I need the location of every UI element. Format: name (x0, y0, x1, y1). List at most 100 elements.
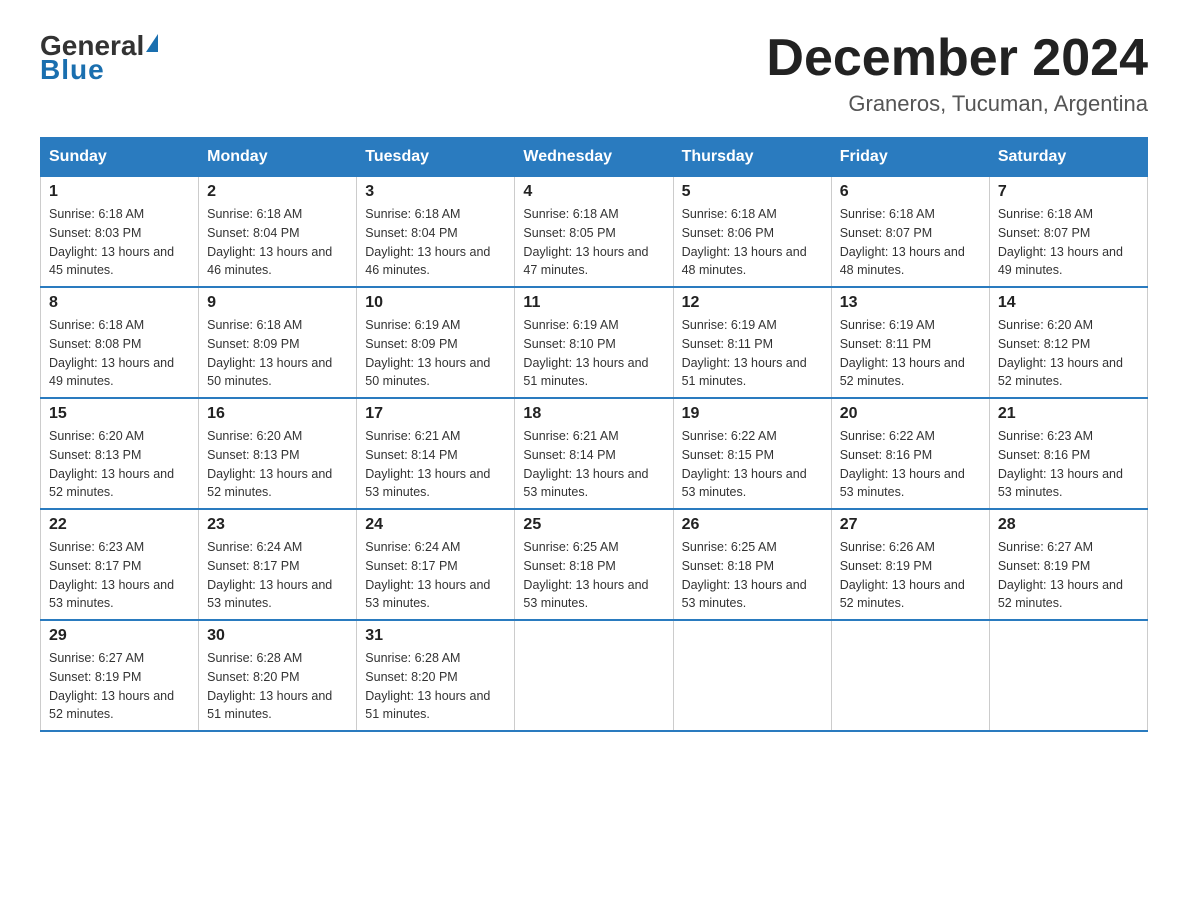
day-info: Sunrise: 6:18 AMSunset: 8:09 PMDaylight:… (207, 316, 348, 391)
calendar-cell: 1 Sunrise: 6:18 AMSunset: 8:03 PMDaylight… (41, 177, 199, 288)
day-number: 2 (207, 183, 348, 201)
title-area: December 2024 Graneros, Tucuman, Argenti… (766, 30, 1148, 117)
day-number: 16 (207, 405, 348, 423)
calendar-cell: 25Sunrise: 6:25 AMSunset: 8:18 PMDayligh… (515, 509, 673, 620)
calendar-cell: 7 Sunrise: 6:18 AMSunset: 8:07 PMDaylight… (989, 177, 1147, 288)
calendar-week-4: 22 Sunrise: 6:23 AMSunset: 8:17 PMDayligh… (41, 509, 1148, 620)
calendar-cell: 20 Sunrise: 6:22 AMSunset: 8:16 PMDayligh… (831, 398, 989, 509)
day-number: 15 (49, 405, 190, 423)
calendar-cell: 9 Sunrise: 6:18 AMSunset: 8:09 PMDaylight… (199, 287, 357, 398)
day-number: 7 (998, 183, 1139, 201)
day-number: 28 (998, 516, 1139, 534)
day-number: 22 (49, 516, 190, 534)
day-info: Sunrise: 6:22 AMSunset: 8:16 PMDaylight:… (840, 427, 981, 502)
day-info: Sunrise: 6:19 AMSunset: 8:11 PMDaylight:… (840, 316, 981, 391)
day-info: Sunrise: 6:27 AMSunset: 8:19 PMDaylight:… (49, 649, 190, 724)
calendar-cell: 28 Sunrise: 6:27 AMSunset: 8:19 PMDayligh… (989, 509, 1147, 620)
day-number: 1 (49, 183, 190, 201)
day-number: 20 (840, 405, 981, 423)
calendar-cell: 19 Sunrise: 6:22 AMSunset: 8:15 PMDayligh… (673, 398, 831, 509)
day-number: 8 (49, 294, 190, 312)
calendar-cell: 21Sunrise: 6:23 AMSunset: 8:16 PMDayligh… (989, 398, 1147, 509)
header-wednesday: Wednesday (515, 138, 673, 177)
day-number: 13 (840, 294, 981, 312)
day-number: 18 (523, 405, 664, 423)
day-info: Sunrise: 6:18 AMSunset: 8:05 PMDaylight:… (523, 205, 664, 280)
day-info: Sunrise: 6:19 AMSunset: 8:11 PMDaylight:… (682, 316, 823, 391)
day-info: Sunrise: 6:21 AMSunset: 8:14 PMDaylight:… (365, 427, 506, 502)
header-friday: Friday (831, 138, 989, 177)
calendar-cell (989, 620, 1147, 731)
day-info: Sunrise: 6:18 AMSunset: 8:04 PMDaylight:… (365, 205, 506, 280)
day-info: Sunrise: 6:18 AMSunset: 8:03 PMDaylight:… (49, 205, 190, 280)
day-number: 6 (840, 183, 981, 201)
calendar-week-3: 15 Sunrise: 6:20 AMSunset: 8:13 PMDayligh… (41, 398, 1148, 509)
day-info: Sunrise: 6:18 AMSunset: 8:08 PMDaylight:… (49, 316, 190, 391)
day-info: Sunrise: 6:20 AMSunset: 8:13 PMDaylight:… (207, 427, 348, 502)
day-number: 23 (207, 516, 348, 534)
calendar-week-2: 8 Sunrise: 6:18 AMSunset: 8:08 PMDaylight… (41, 287, 1148, 398)
calendar-cell: 4 Sunrise: 6:18 AMSunset: 8:05 PMDaylight… (515, 177, 673, 288)
day-number: 17 (365, 405, 506, 423)
day-number: 19 (682, 405, 823, 423)
day-number: 27 (840, 516, 981, 534)
calendar-cell: 10 Sunrise: 6:19 AMSunset: 8:09 PMDayligh… (357, 287, 515, 398)
day-number: 4 (523, 183, 664, 201)
calendar-cell: 14Sunrise: 6:20 AMSunset: 8:12 PMDayligh… (989, 287, 1147, 398)
calendar-cell: 6 Sunrise: 6:18 AMSunset: 8:07 PMDaylight… (831, 177, 989, 288)
calendar-body: 1 Sunrise: 6:18 AMSunset: 8:03 PMDaylight… (41, 177, 1148, 732)
calendar-cell: 23 Sunrise: 6:24 AMSunset: 8:17 PMDayligh… (199, 509, 357, 620)
calendar-cell: 17 Sunrise: 6:21 AMSunset: 8:14 PMDayligh… (357, 398, 515, 509)
day-number: 24 (365, 516, 506, 534)
day-info: Sunrise: 6:24 AMSunset: 8:17 PMDaylight:… (207, 538, 348, 613)
calendar-week-5: 29Sunrise: 6:27 AMSunset: 8:19 PMDayligh… (41, 620, 1148, 731)
day-number: 3 (365, 183, 506, 201)
day-info: Sunrise: 6:21 AMSunset: 8:14 PMDaylight:… (523, 427, 664, 502)
calendar-week-1: 1 Sunrise: 6:18 AMSunset: 8:03 PMDaylight… (41, 177, 1148, 288)
day-number: 21 (998, 405, 1139, 423)
day-number: 31 (365, 627, 506, 645)
day-info: Sunrise: 6:18 AMSunset: 8:06 PMDaylight:… (682, 205, 823, 280)
calendar-cell: 16 Sunrise: 6:20 AMSunset: 8:13 PMDayligh… (199, 398, 357, 509)
logo-blue: Blue (40, 54, 105, 86)
page-header: General Blue December 2024 Graneros, Tuc… (40, 30, 1148, 117)
day-info: Sunrise: 6:25 AMSunset: 8:18 PMDaylight:… (682, 538, 823, 613)
day-info: Sunrise: 6:27 AMSunset: 8:19 PMDaylight:… (998, 538, 1139, 613)
calendar-cell: 22 Sunrise: 6:23 AMSunset: 8:17 PMDayligh… (41, 509, 199, 620)
calendar-cell: 29Sunrise: 6:27 AMSunset: 8:19 PMDayligh… (41, 620, 199, 731)
header-thursday: Thursday (673, 138, 831, 177)
month-title: December 2024 (766, 30, 1148, 87)
day-number: 30 (207, 627, 348, 645)
calendar-cell (673, 620, 831, 731)
day-info: Sunrise: 6:18 AMSunset: 8:04 PMDaylight:… (207, 205, 348, 280)
header-saturday: Saturday (989, 138, 1147, 177)
logo: General Blue (40, 30, 158, 86)
day-info: Sunrise: 6:19 AMSunset: 8:10 PMDaylight:… (523, 316, 664, 391)
calendar-header: SundayMondayTuesdayWednesdayThursdayFrid… (41, 138, 1148, 177)
day-info: Sunrise: 6:18 AMSunset: 8:07 PMDaylight:… (840, 205, 981, 280)
calendar-cell: 30Sunrise: 6:28 AMSunset: 8:20 PMDayligh… (199, 620, 357, 731)
calendar-cell (831, 620, 989, 731)
calendar-table: SundayMondayTuesdayWednesdayThursdayFrid… (40, 137, 1148, 732)
day-number: 10 (365, 294, 506, 312)
day-info: Sunrise: 6:25 AMSunset: 8:18 PMDaylight:… (523, 538, 664, 613)
header-row: SundayMondayTuesdayWednesdayThursdayFrid… (41, 138, 1148, 177)
calendar-cell: 27Sunrise: 6:26 AMSunset: 8:19 PMDayligh… (831, 509, 989, 620)
day-number: 5 (682, 183, 823, 201)
calendar-cell: 26Sunrise: 6:25 AMSunset: 8:18 PMDayligh… (673, 509, 831, 620)
calendar-cell: 8 Sunrise: 6:18 AMSunset: 8:08 PMDaylight… (41, 287, 199, 398)
day-number: 9 (207, 294, 348, 312)
calendar-cell: 3 Sunrise: 6:18 AMSunset: 8:04 PMDaylight… (357, 177, 515, 288)
calendar-cell: 11Sunrise: 6:19 AMSunset: 8:10 PMDayligh… (515, 287, 673, 398)
logo-triangle-icon (146, 34, 158, 52)
day-info: Sunrise: 6:20 AMSunset: 8:13 PMDaylight:… (49, 427, 190, 502)
day-info: Sunrise: 6:19 AMSunset: 8:09 PMDaylight:… (365, 316, 506, 391)
calendar-cell: 2 Sunrise: 6:18 AMSunset: 8:04 PMDaylight… (199, 177, 357, 288)
calendar-cell: 12Sunrise: 6:19 AMSunset: 8:11 PMDayligh… (673, 287, 831, 398)
day-info: Sunrise: 6:23 AMSunset: 8:17 PMDaylight:… (49, 538, 190, 613)
day-info: Sunrise: 6:22 AMSunset: 8:15 PMDaylight:… (682, 427, 823, 502)
calendar-cell: 15 Sunrise: 6:20 AMSunset: 8:13 PMDayligh… (41, 398, 199, 509)
day-number: 14 (998, 294, 1139, 312)
day-info: Sunrise: 6:24 AMSunset: 8:17 PMDaylight:… (365, 538, 506, 613)
day-info: Sunrise: 6:18 AMSunset: 8:07 PMDaylight:… (998, 205, 1139, 280)
